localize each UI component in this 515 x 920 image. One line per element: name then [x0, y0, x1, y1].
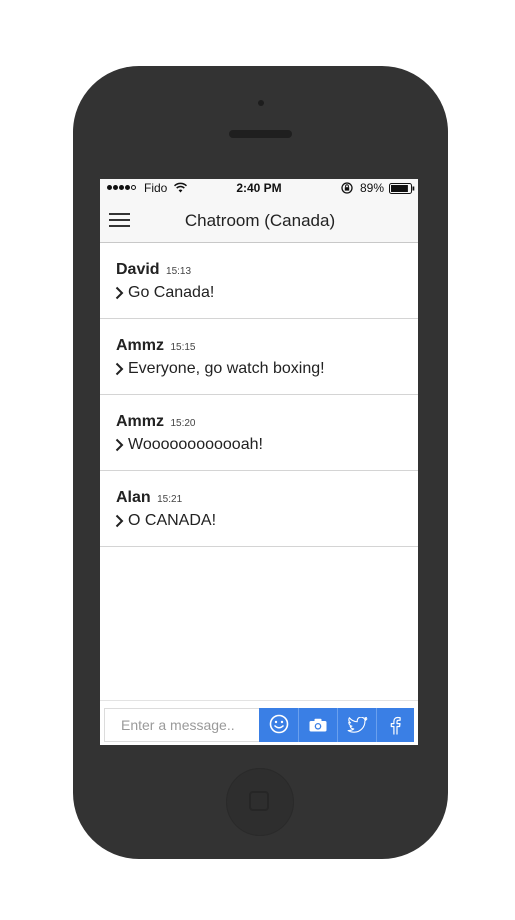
facebook-button[interactable] — [376, 708, 414, 742]
chevron-right-icon — [115, 362, 124, 376]
hamburger-menu-icon[interactable] — [109, 210, 131, 230]
message-composer — [100, 700, 418, 745]
message-item[interactable]: Ammz 15:20 Woooooooooooah! — [100, 395, 418, 471]
message-text: Go Canada! — [128, 284, 215, 301]
message-item[interactable]: Alan 15:21 O CANADA! — [100, 471, 418, 547]
message-item[interactable]: David 15:13 Go Canada! — [100, 243, 418, 319]
message-timestamp: 15:21 — [157, 494, 183, 505]
twitter-button[interactable] — [337, 708, 376, 742]
composer-actions — [259, 708, 414, 742]
message-sender: Ammz — [116, 337, 165, 354]
camera-icon — [309, 718, 327, 732]
battery-percentage: 89% — [360, 181, 385, 195]
phone-screen: Fido 2:40 PM 89% Chatroom (Canada) David… — [100, 179, 418, 745]
message-sender: David — [116, 261, 160, 278]
chevron-right-icon — [115, 438, 124, 452]
home-square-icon — [249, 791, 269, 811]
message-text: Woooooooooooah! — [128, 436, 263, 453]
message-text: Everyone, go watch boxing! — [128, 360, 325, 377]
chevron-right-icon — [115, 514, 124, 528]
message-timestamp: 15:15 — [170, 342, 196, 353]
page-title: Chatroom (Canada) — [184, 211, 336, 230]
nav-bar: Chatroom (Canada) — [100, 198, 418, 243]
battery-icon — [389, 183, 415, 194]
message-input[interactable] — [104, 708, 259, 742]
message-sender: Ammz — [116, 413, 165, 430]
status-bar: Fido 2:40 PM 89% — [100, 179, 418, 198]
message-timestamp: 15:13 — [166, 266, 192, 277]
smiley-icon — [269, 714, 289, 734]
message-timestamp: 15:20 — [170, 418, 196, 429]
message-text: O CANADA! — [128, 512, 217, 529]
twitter-icon — [347, 717, 368, 733]
message-sender: Alan — [116, 489, 151, 506]
camera-button[interactable] — [298, 708, 337, 742]
emoji-button[interactable] — [259, 708, 298, 742]
rotation-lock-icon — [341, 182, 353, 194]
facebook-icon — [390, 716, 401, 735]
chevron-right-icon — [115, 286, 124, 300]
front-camera — [258, 100, 264, 106]
message-list: David 15:13 Go Canada! Ammz 15:15 Everyo… — [100, 243, 418, 547]
message-item[interactable]: Ammz 15:15 Everyone, go watch boxing! — [100, 319, 418, 395]
earpiece-speaker — [229, 130, 292, 138]
